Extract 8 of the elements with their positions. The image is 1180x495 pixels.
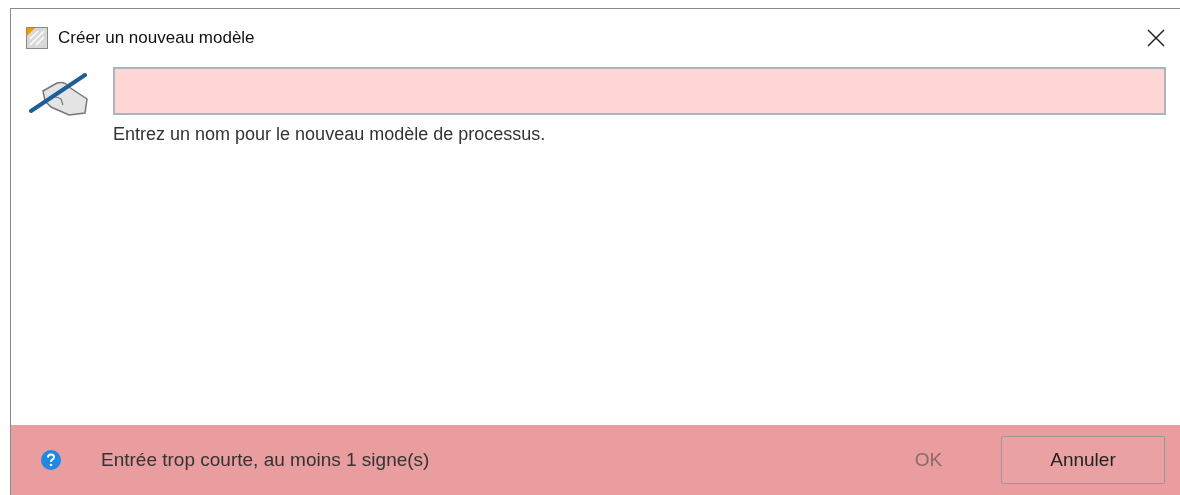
name-field[interactable] <box>113 67 1166 115</box>
status-message: Entrée trop courte, au moins 1 signe(s) <box>101 447 430 472</box>
cancel-button[interactable]: Annuler <box>1001 436 1165 484</box>
hint-text: Entrez un nom pour le nouveau modèle de processus. <box>113 123 547 146</box>
window-title: Créer un nouveau modèle <box>58 27 255 50</box>
close-icon <box>1147 29 1165 47</box>
app-icon <box>26 27 48 49</box>
help-icon <box>41 450 61 470</box>
